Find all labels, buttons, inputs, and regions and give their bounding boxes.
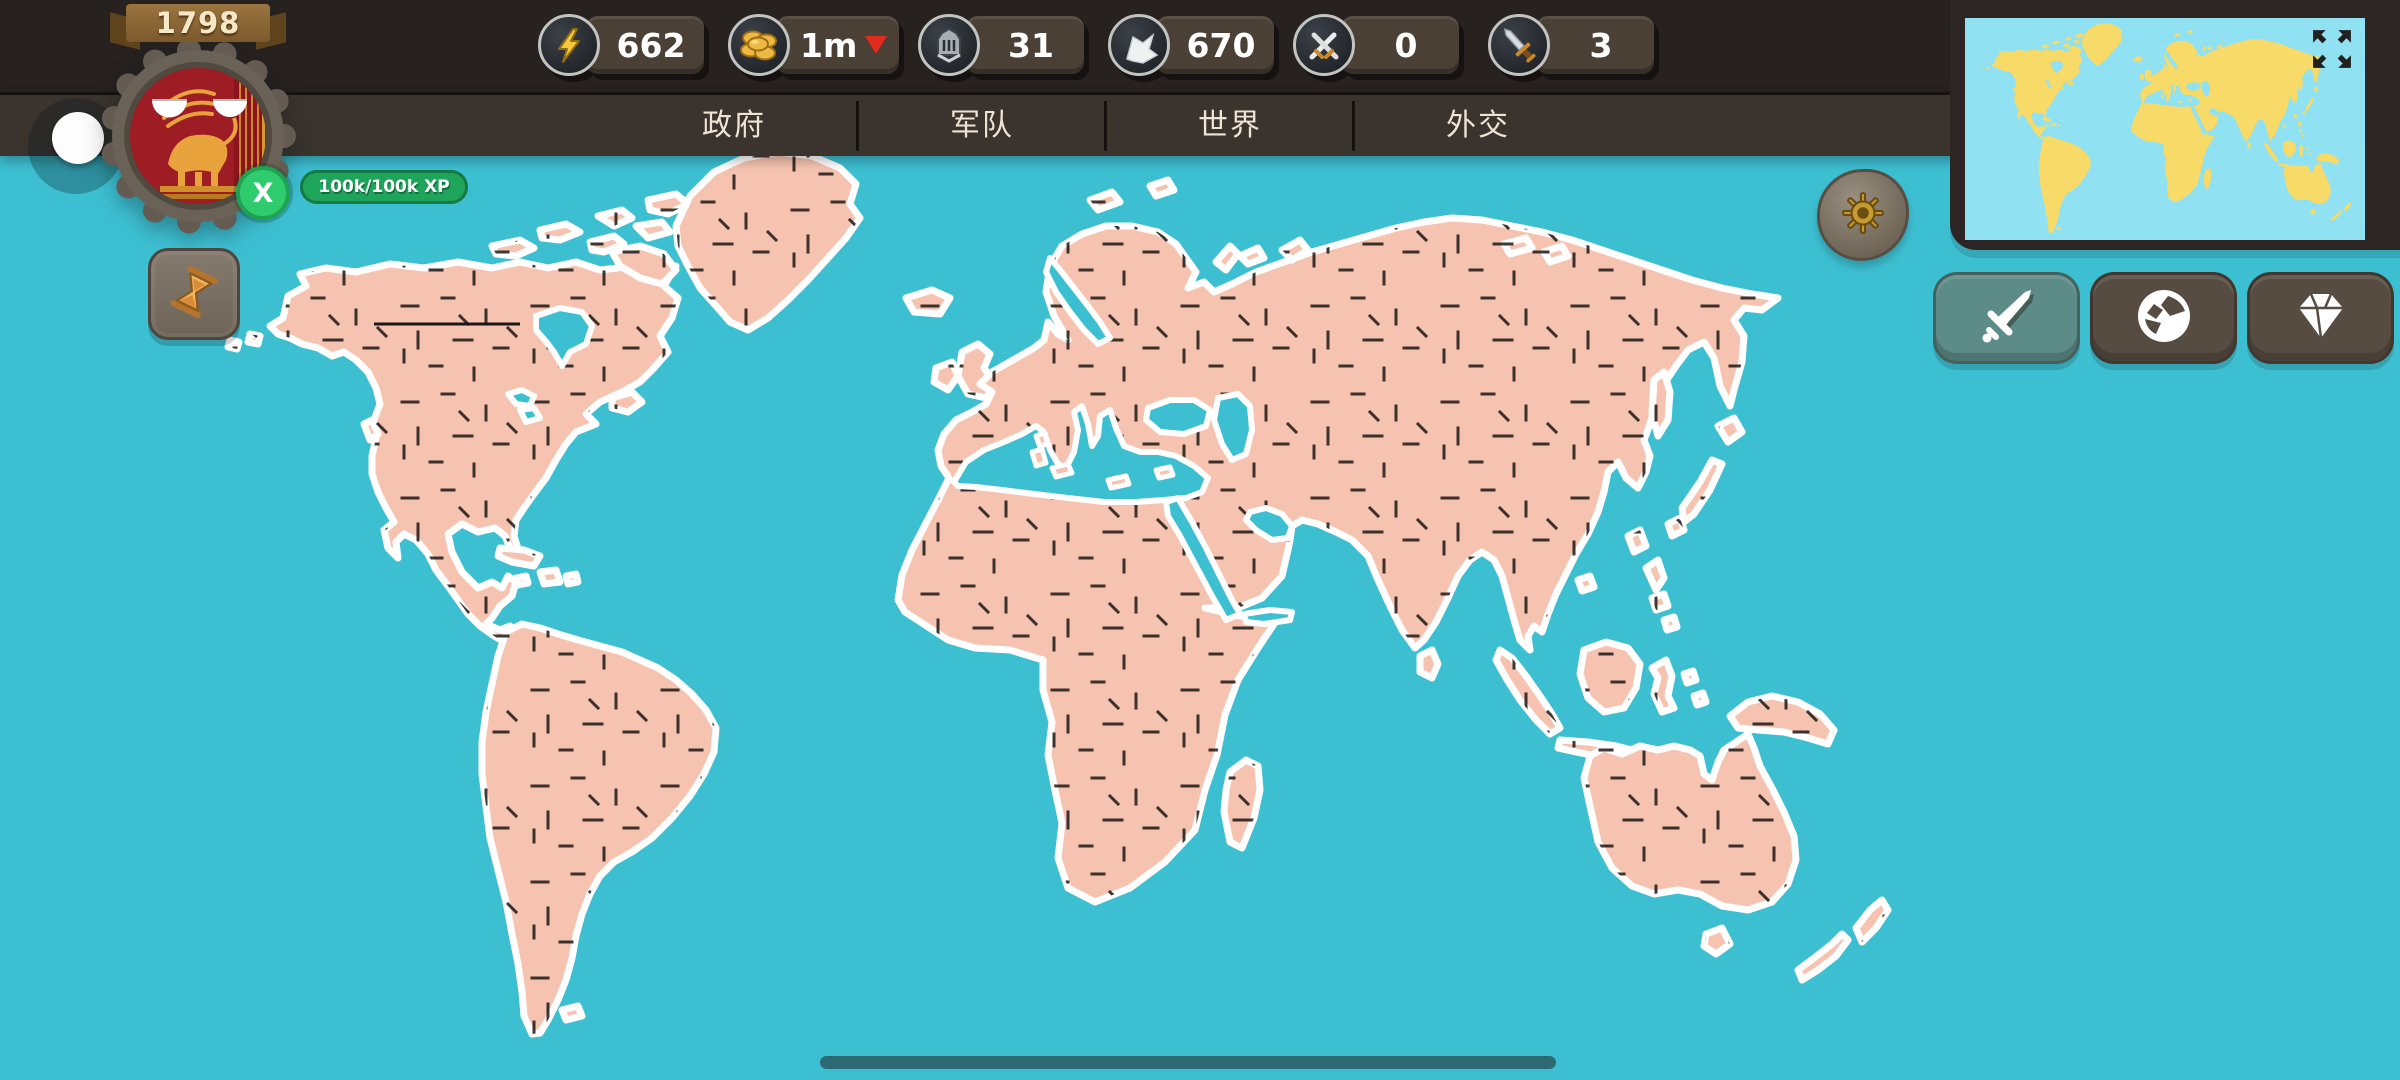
xp-progress: 100k/100k XP xyxy=(300,170,468,204)
resource-value: 3 xyxy=(1536,16,1654,74)
tab-diplomacy[interactable]: 外交 xyxy=(1354,95,1602,156)
resource-value: 662 xyxy=(586,16,704,74)
game-screen: 政府 军队 世界 外交 662 1m 31 670 0 3 1798 X 100… xyxy=(0,0,2400,1080)
resource-gold[interactable]: 1m xyxy=(728,14,900,76)
expand-arrows-icon[interactable] xyxy=(2311,28,2353,70)
year-banner: 1798 xyxy=(110,4,286,50)
dagger-icon xyxy=(1488,14,1550,76)
resource-energy[interactable]: 662 xyxy=(538,14,704,76)
minimap[interactable] xyxy=(1965,18,2365,240)
resource-armies[interactable]: 3 xyxy=(1488,14,1654,76)
close-badge[interactable]: X xyxy=(236,166,290,220)
tab-divider xyxy=(856,101,859,151)
resource-provinces[interactable]: 670 xyxy=(1108,14,1274,76)
home-indicator[interactable] xyxy=(820,1056,1556,1069)
resource-value: 670 xyxy=(1156,16,1274,74)
tab-government[interactable]: 政府 xyxy=(610,95,858,156)
lightning-icon xyxy=(538,14,600,76)
year-label: 1798 xyxy=(126,4,270,42)
hourglass-icon xyxy=(166,264,222,324)
resource-manpower[interactable]: 31 xyxy=(918,14,1084,76)
minimap-panel xyxy=(1950,0,2400,250)
resource-value: 1m xyxy=(776,16,900,74)
premium-button[interactable] xyxy=(2247,272,2394,364)
world-button[interactable] xyxy=(2090,272,2237,364)
war-button[interactable] xyxy=(1933,272,2080,364)
helmet-icon xyxy=(918,14,980,76)
coins-icon xyxy=(728,14,790,76)
diamond-icon xyxy=(2289,284,2353,352)
resource-value: 31 xyxy=(966,16,1084,74)
sword-icon xyxy=(1975,284,2039,352)
red-down-arrow-icon xyxy=(865,36,888,54)
resource-value: 0 xyxy=(1341,16,1459,74)
globe-icon xyxy=(2132,284,2196,352)
resource-wars[interactable]: 0 xyxy=(1293,14,1459,76)
tab-army[interactable]: 军队 xyxy=(858,95,1106,156)
white-dot-button[interactable] xyxy=(52,112,104,164)
gear-icon xyxy=(1840,190,1886,240)
crossed-swords-icon xyxy=(1293,14,1355,76)
banner-icon xyxy=(1108,14,1170,76)
hourglass-button[interactable] xyxy=(148,248,240,340)
tab-world[interactable]: 世界 xyxy=(1106,95,1354,156)
tab-divider xyxy=(1352,101,1355,151)
tab-divider xyxy=(1104,101,1107,151)
